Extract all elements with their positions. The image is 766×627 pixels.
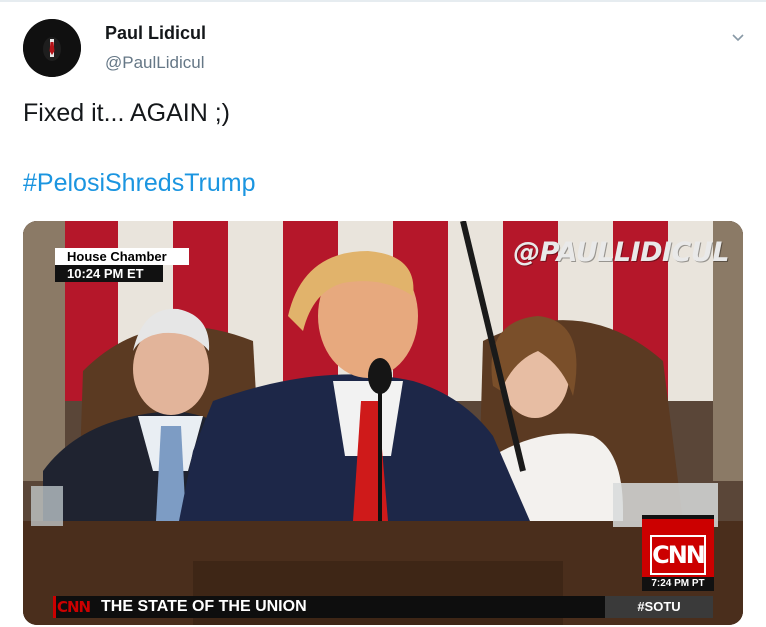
author-display-name[interactable]: Paul Lidicul: [105, 23, 206, 44]
chyron-cnn-logo-icon: CNN: [57, 598, 91, 616]
watermark: @PAULLIDICUL: [513, 237, 729, 268]
hashtag-link[interactable]: #PelosiShredsTrump: [23, 168, 256, 198]
top-divider: [0, 0, 766, 2]
broadcast-time-pt: 7:24 PM PT: [642, 577, 714, 591]
chyron: CNN THE STATE OF THE UNION #SOTU: [53, 596, 713, 618]
location-label: House Chamber: [55, 248, 189, 265]
tweet-text: Fixed it... AGAIN ;): [23, 99, 230, 127]
chyron-accent-bar: [53, 596, 56, 618]
lower-third: House Chamber 10:24 PM ET: [55, 248, 189, 284]
broadcast-time-et: 10:24 PM ET: [55, 265, 163, 282]
tweet-media-video[interactable]: House Chamber 10:24 PM ET @PAULLIDICUL C…: [23, 221, 743, 625]
avatar[interactable]: [23, 19, 81, 77]
chyron-headline: THE STATE OF THE UNION: [101, 598, 307, 615]
author-handle[interactable]: @PaulLidicul: [105, 53, 204, 73]
cnn-logo-icon: CNN: [650, 535, 706, 575]
avatar-image: [23, 19, 81, 77]
chyron-hashtag: #SOTU: [605, 596, 713, 618]
chevron-down-icon[interactable]: [730, 31, 746, 45]
